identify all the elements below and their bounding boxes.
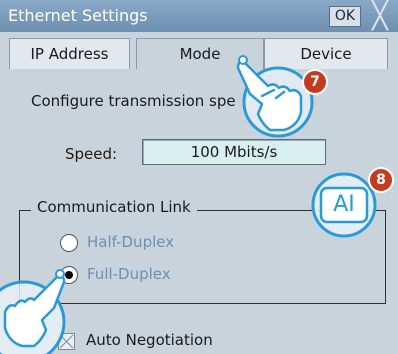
callout-hand-overlay xyxy=(0,269,66,354)
hand-tap-point-icon xyxy=(55,269,65,279)
